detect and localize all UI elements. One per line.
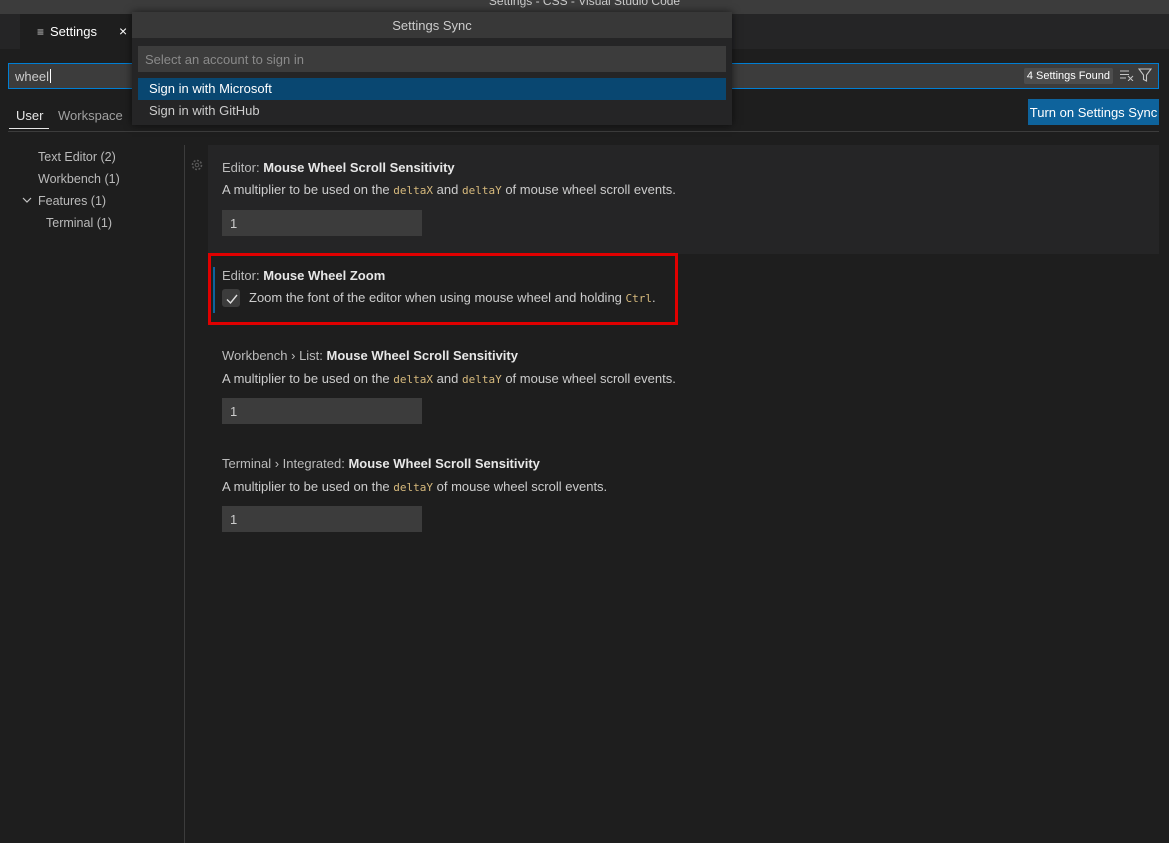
tab-user[interactable]: User (16, 108, 43, 123)
terminal-scroll-sensitivity-input[interactable]: 1 (222, 506, 422, 532)
quick-pick-title: Settings Sync (132, 12, 732, 38)
gear-icon[interactable] (189, 157, 205, 173)
turn-on-settings-sync-button[interactable]: Turn on Settings Sync (1028, 99, 1159, 125)
clear-filter-icon[interactable] (1120, 69, 1134, 81)
account-picker-input[interactable]: Select an account to sign in (138, 46, 726, 72)
setting-description: Zoom the font of the editor when using m… (249, 290, 656, 305)
filter-icon[interactable] (1138, 68, 1152, 82)
mouse-wheel-zoom-checkbox[interactable] (222, 289, 240, 307)
results-count-badge: 4 Settings Found (1023, 68, 1113, 84)
tab-settings[interactable]: ≡ Settings × (20, 14, 140, 49)
modified-indicator (213, 267, 215, 313)
toc-item-workbench[interactable]: Workbench (1) (38, 172, 120, 186)
scope-divider (8, 131, 1159, 132)
list-scroll-sensitivity-input[interactable]: 1 (222, 398, 422, 424)
sign-in-microsoft-item[interactable]: Sign in with Microsoft (138, 78, 726, 100)
setting-description: A multiplier to be used on the deltaX an… (222, 182, 676, 197)
check-icon (226, 294, 238, 305)
settings-sync-quick-pick: Settings Sync Select an account to sign … (132, 12, 732, 125)
toc-item-text-editor[interactable]: Text Editor (2) (38, 150, 116, 164)
setting-description: A multiplier to be used on the deltaY of… (222, 479, 608, 494)
setting-title: Editor: Mouse Wheel Zoom (222, 268, 386, 283)
close-icon[interactable]: × (119, 23, 127, 39)
chevron-down-icon[interactable] (22, 195, 32, 205)
setting-title: Editor: Mouse Wheel Scroll Sensitivity (222, 160, 455, 175)
toc-divider (184, 145, 185, 843)
sign-in-github-item[interactable]: Sign in with GitHub (138, 100, 726, 122)
window-title: Settings - CSS - Visual Studio Code (488, 0, 681, 8)
search-value[interactable]: wheel (15, 69, 51, 84)
mouse-wheel-scroll-sensitivity-input[interactable]: 1 (222, 210, 422, 236)
setting-title: Terminal › Integrated: Mouse Wheel Scrol… (222, 456, 540, 471)
toc-item-features[interactable]: Features (1) (38, 194, 106, 208)
settings-tab-icon: ≡ (37, 24, 45, 39)
toc-item-terminal[interactable]: Terminal (1) (46, 216, 112, 230)
tab-settings-label: Settings (50, 24, 97, 39)
highlight-annotation-box (208, 253, 678, 325)
setting-title: Workbench › List: Mouse Wheel Scroll Sen… (222, 348, 518, 363)
tab-workspace[interactable]: Workspace (58, 108, 123, 123)
setting-description: A multiplier to be used on the deltaX an… (222, 371, 676, 386)
tab-user-underline (9, 128, 49, 129)
